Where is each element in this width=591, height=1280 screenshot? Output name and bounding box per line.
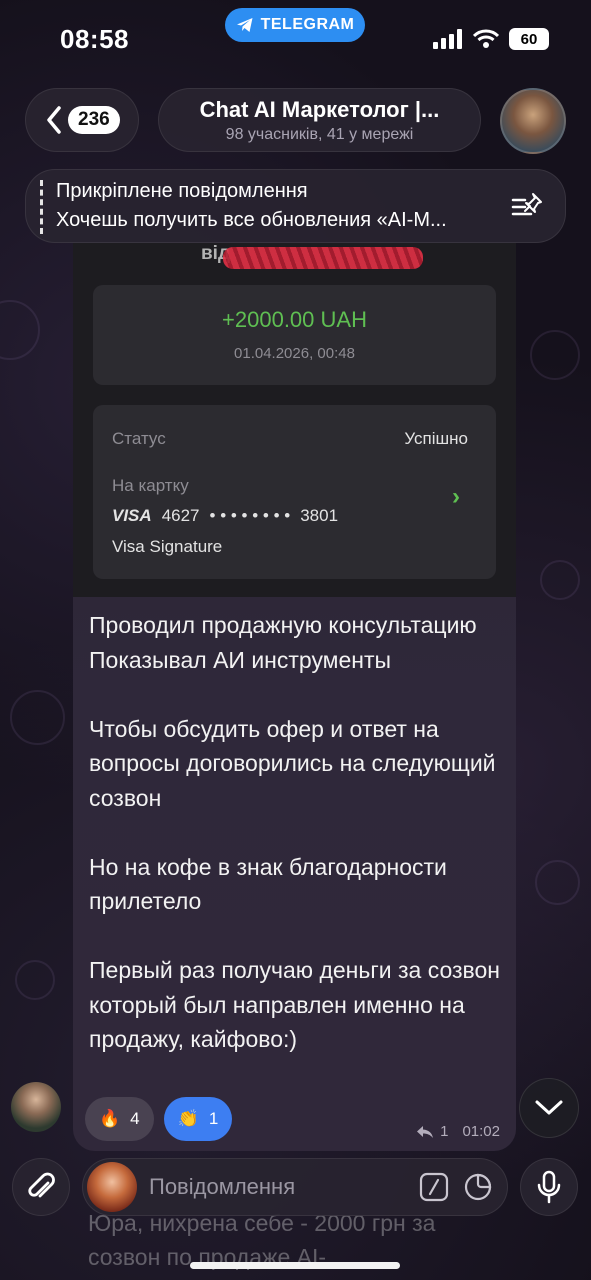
card-prefix: 4627 [161,506,200,525]
chevron-right-icon: › [452,483,460,510]
status-bar: 08:58 TELEGRAM 60 [0,0,591,80]
message-bubble[interactable]: від +2000.00 UAH 01.04.2026, 00:48 Стату… [73,243,516,1151]
input-icons [419,1172,493,1202]
message-time: 01:02 [462,1123,500,1140]
status-value: Успішно [404,429,468,448]
receipt-amount: +2000.00 UAH [222,307,367,332]
card-mask: • • • • • • • • [209,506,291,525]
payment-receipt-image[interactable]: від +2000.00 UAH 01.04.2026, 00:48 Стату… [73,243,516,597]
attach-button[interactable] [12,1158,70,1216]
clap-icon: 👏 [177,1109,199,1128]
send-as-avatar[interactable] [87,1162,137,1212]
signal-icon [433,29,462,49]
voice-record-button[interactable] [520,1158,578,1216]
card-number: VISA 4627 • • • • • • • • 3801 [112,506,338,526]
message-text: Проводил продажную консультацию Показыва… [89,612,500,1052]
reaction-count: 4 [130,1109,140,1128]
reply-icon[interactable] [416,1125,434,1139]
message-input[interactable]: Повідомлення [82,1158,508,1216]
reaction-fire[interactable]: 🔥 4 [85,1097,154,1141]
battery-indicator: 60 [509,28,549,50]
card-type: Visa Signature [112,537,223,556]
status-card: Статус Успішно На картку VISA 4627 • • •… [93,405,496,579]
card-suffix: 3801 [300,506,339,525]
group-avatar[interactable] [500,88,566,154]
chat-subtitle: 98 учасників, 41 у мережі [225,125,414,143]
home-indicator[interactable] [190,1262,400,1269]
command-icon[interactable] [419,1172,449,1202]
pin-list-icon[interactable] [511,192,545,220]
chat-title: Chat AI Маркетолог |... [199,96,440,122]
message-input-placeholder: Повідомлення [149,1174,296,1199]
microphone-icon [537,1170,561,1204]
telegram-icon [236,18,253,32]
fire-icon: 🔥 [99,1109,121,1128]
back-button[interactable]: 236 [25,88,139,152]
chevron-down-icon [535,1100,563,1115]
telegram-pill[interactable]: TELEGRAM [225,8,365,42]
scroll-to-bottom-button[interactable] [519,1078,579,1138]
visa-logo: VISA [112,506,152,525]
message-meta: 1 01:02 [416,1123,500,1140]
receipt-date: 01.04.2026, 00:48 [234,345,355,362]
status-label: Статус [112,429,166,448]
telegram-pill-label: TELEGRAM [260,16,355,33]
pinned-indicator [40,180,43,234]
amount-card: +2000.00 UAH 01.04.2026, 00:48 [93,285,496,385]
pinned-text: Хочешь получить все обновления «AI-M... [56,209,447,231]
reactions: 🔥 4 👏 1 [85,1097,233,1141]
sticker-icon[interactable] [463,1172,493,1202]
chat-header[interactable]: Chat AI Маркетолог |... 98 учасників, 41… [158,88,481,152]
reply-count: 1 [440,1123,449,1140]
sender-avatar[interactable] [11,1082,61,1132]
clock: 08:58 [60,24,129,54]
unread-count-badge: 236 [68,106,120,134]
pinned-message-bar[interactable]: Прикріплене повідомлення Хочешь получить… [25,169,566,243]
chevron-left-icon [47,106,61,134]
wifi-icon [473,29,499,48]
reaction-count: 1 [208,1109,219,1128]
reaction-clap[interactable]: 👏 1 [163,1097,233,1141]
redaction-scribble [223,247,423,269]
card-label: На картку [112,476,189,495]
pinned-label: Прикріплене повідомлення [56,180,308,202]
status-icons: 60 [433,28,549,50]
paperclip-icon [28,1172,55,1198]
